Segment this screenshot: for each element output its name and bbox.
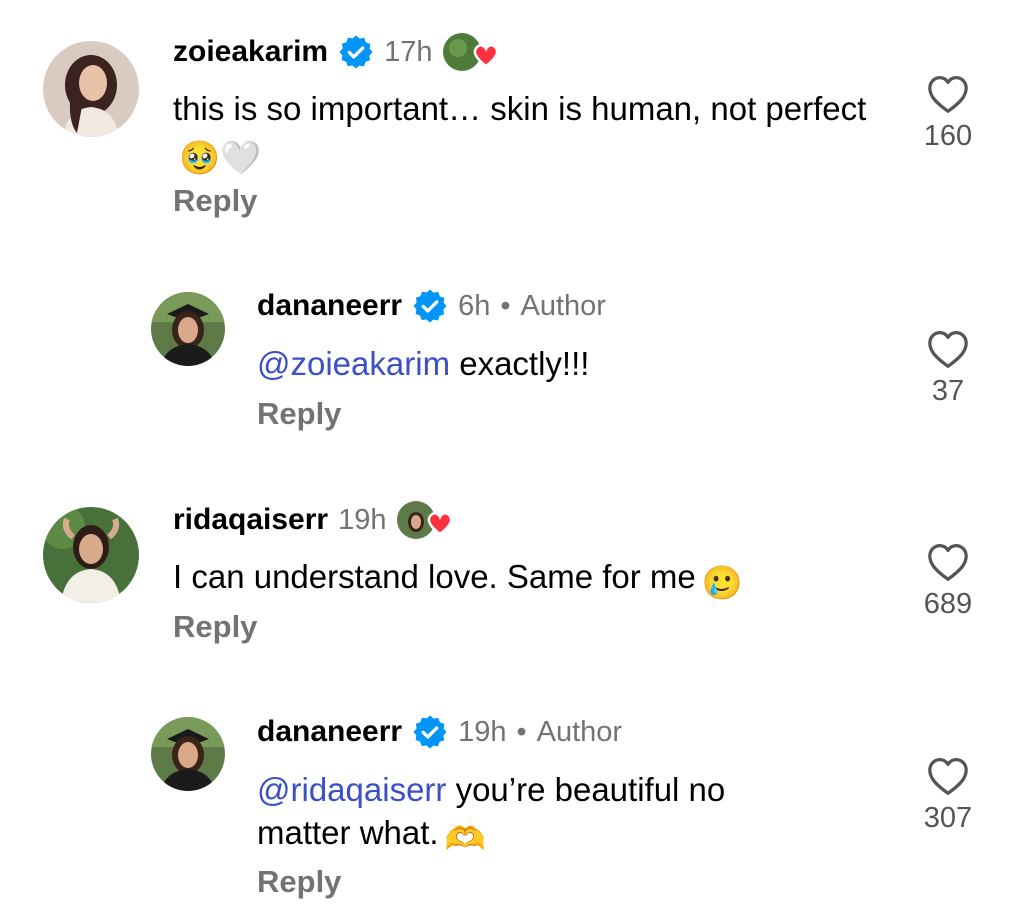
reply-button[interactable]: Reply <box>173 609 257 645</box>
heart-outline-icon[interactable] <box>926 329 970 369</box>
reply-button[interactable]: Reply <box>257 864 341 900</box>
like-count: 160 <box>923 120 973 152</box>
verified-badge-icon <box>412 714 448 750</box>
heart-outline-icon[interactable] <box>926 542 970 582</box>
comment-body: I can understand love. Same for me <box>173 558 696 595</box>
timestamp: 17h <box>384 35 433 68</box>
heart-outline-icon[interactable] <box>926 74 970 114</box>
reply-button[interactable]: Reply <box>257 396 341 432</box>
emoji: 🥲 <box>701 564 743 601</box>
verified-badge-icon <box>412 288 448 324</box>
username[interactable]: dananeerr <box>257 289 402 323</box>
comment-text: @ridaqaiserr you’re beautiful no matter … <box>257 768 817 860</box>
like-count: 37 <box>931 375 965 407</box>
comment-text: I can understand love. Same for me 🥲 <box>173 555 893 604</box>
avatar[interactable] <box>151 292 225 366</box>
timestamp: 19h <box>458 715 507 748</box>
avatar[interactable] <box>43 507 139 603</box>
emoji: 🫶 <box>444 820 486 857</box>
comment-body: this is so important… skin is human, not… <box>173 90 867 127</box>
mention-link[interactable]: @zoieakarim <box>257 345 450 382</box>
comment-text: this is so important… skin is human, not… <box>173 87 873 179</box>
like-count: 307 <box>923 802 973 834</box>
username[interactable]: dananeerr <box>257 715 402 749</box>
separator-dot: • <box>500 289 511 322</box>
timestamp: 19h <box>338 503 387 536</box>
author-liked-heart-icon <box>396 500 454 540</box>
author-liked-heart-icon <box>442 32 500 72</box>
like-column: 307 <box>908 756 988 835</box>
verified-badge-icon <box>338 34 374 70</box>
avatar[interactable] <box>43 41 139 137</box>
like-column: 37 <box>908 329 988 408</box>
comment-body: exactly!!! <box>450 345 590 382</box>
reply-button[interactable]: Reply <box>173 183 257 219</box>
avatar[interactable] <box>151 717 225 791</box>
username[interactable]: ridaqaiserr <box>173 503 328 537</box>
like-column: 689 <box>908 542 988 621</box>
author-label: Author <box>520 289 606 322</box>
comment-text: @zoieakarim exactly!!! <box>257 342 877 385</box>
username[interactable]: zoieakarim <box>173 35 328 69</box>
heart-outline-icon[interactable] <box>926 756 970 796</box>
like-column: 160 <box>908 74 988 153</box>
mention-link[interactable]: @ridaqaiserr <box>257 771 446 808</box>
timestamp: 6h <box>458 289 491 322</box>
separator-dot: • <box>516 715 527 748</box>
emoji: 🥹🤍 <box>179 139 262 176</box>
author-label: Author <box>536 715 623 748</box>
like-count: 689 <box>923 588 973 620</box>
